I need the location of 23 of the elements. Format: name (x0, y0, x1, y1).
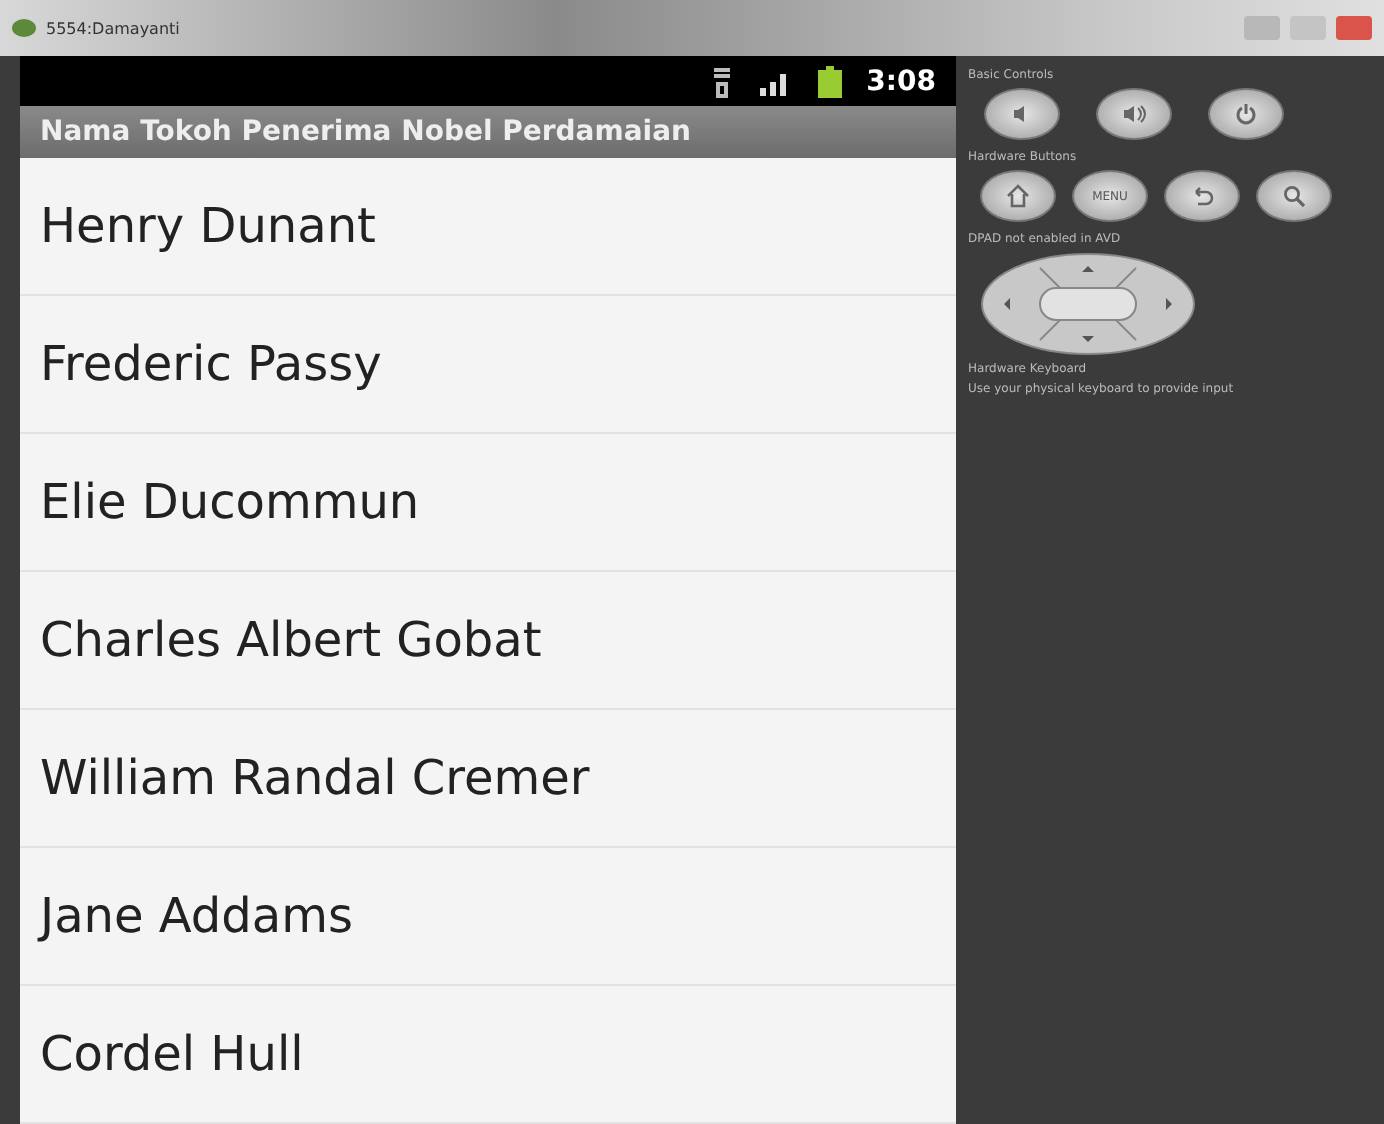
list-item[interactable]: Frederic Passy (20, 296, 956, 434)
app-icon (12, 18, 36, 38)
list-item[interactable]: Charles Albert Gobat (20, 572, 956, 710)
list-item[interactable]: William Randal Cremer (20, 710, 956, 848)
search-icon (1282, 184, 1306, 208)
home-icon (1006, 184, 1030, 208)
volup-button[interactable] (1096, 88, 1172, 140)
speaker-loud-icon (1122, 102, 1146, 126)
clock: 3:08 (866, 65, 936, 98)
home-button[interactable] (980, 170, 1056, 222)
battery-icon (818, 65, 843, 98)
search-button[interactable] (1256, 170, 1332, 222)
voldown-button[interactable] (984, 88, 1060, 140)
list-item[interactable]: Elie Ducommun (20, 434, 956, 572)
power-icon (1234, 102, 1258, 126)
back-icon (1190, 184, 1214, 208)
app-title: Nama Tokoh Penerima Nobel Perdamaian (20, 106, 956, 158)
list-item[interactable]: Henry Dunant (20, 158, 956, 296)
power-button[interactable] (1208, 88, 1284, 140)
list-item[interactable]: Cordel Hull (20, 986, 956, 1124)
back-button[interactable] (1164, 170, 1240, 222)
window-title: 5554:Damayanti (46, 19, 182, 37)
list-item[interactable]: Jane Addams (20, 848, 956, 986)
